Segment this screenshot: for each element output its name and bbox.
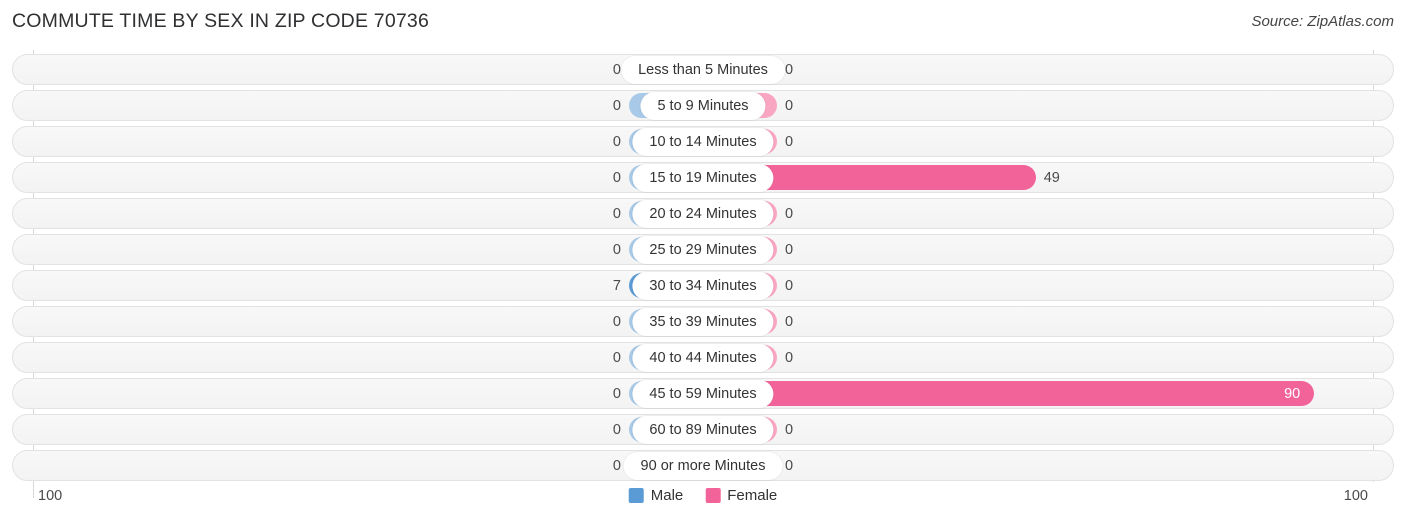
bar-pair: 0 0 5 to 9 Minutes	[13, 91, 1393, 120]
source-attribution: Source: ZipAtlas.com	[1251, 13, 1394, 30]
category-label: 45 to 59 Minutes	[632, 380, 774, 408]
value-male: 0	[612, 98, 621, 114]
value-male: 0	[612, 134, 621, 150]
category-label: 20 to 24 Minutes	[632, 200, 774, 228]
category-label: 40 to 44 Minutes	[632, 344, 774, 372]
bar-pair: 0 0 60 to 89 Minutes	[13, 415, 1393, 444]
value-female: 0	[785, 134, 794, 150]
value-female: 0	[785, 458, 794, 474]
value-male: 7	[612, 278, 621, 294]
chart-row[interactable]: 0 49 15 to 19 Minutes	[12, 162, 1394, 193]
bar-pair: 0 0 10 to 14 Minutes	[13, 127, 1393, 156]
male-color-swatch	[628, 488, 644, 503]
legend-item-female[interactable]: Female	[705, 487, 777, 504]
value-female: 0	[785, 314, 794, 330]
bar-pair: 0 0 20 to 24 Minutes	[13, 199, 1393, 228]
category-label: 30 to 34 Minutes	[632, 272, 774, 300]
chart-plot-area: 0 0 Less than 5 Minutes 0 0 5 to 9 Minutes 0 0 1…	[0, 50, 1406, 498]
chart-row[interactable]: 0 0 25 to 29 Minutes	[12, 234, 1394, 265]
value-male: 0	[612, 314, 621, 330]
value-male: 0	[612, 350, 621, 366]
value-female: 0	[785, 350, 794, 366]
bar-pair: 0 0 90 or more Minutes	[13, 451, 1393, 480]
chart-row[interactable]: 0 0 90 or more Minutes	[12, 450, 1394, 481]
value-male: 0	[612, 242, 621, 258]
bar-pair: 0 0 40 to 44 Minutes	[13, 343, 1393, 372]
value-female: 0	[785, 206, 794, 222]
value-male: 0	[612, 206, 621, 222]
category-label: 25 to 29 Minutes	[632, 236, 774, 264]
category-label: 90 or more Minutes	[623, 452, 783, 480]
category-label: 60 to 89 Minutes	[632, 416, 774, 444]
value-female: 0	[785, 422, 794, 438]
axis-label-right: 100	[1343, 488, 1368, 504]
legend-label-female: Female	[727, 487, 778, 504]
category-label: 5 to 9 Minutes	[640, 92, 766, 120]
chart-footer: 100 100 Male Female	[0, 482, 1406, 522]
value-male: 0	[612, 386, 621, 402]
chart-row[interactable]: 7 0 30 to 34 Minutes	[12, 270, 1394, 301]
bar-pair: 0 90 45 to 59 Minutes	[13, 379, 1393, 408]
bar-female[interactable]	[703, 381, 1315, 406]
bar-pair: 0 49 15 to 19 Minutes	[13, 163, 1393, 192]
value-male: 0	[612, 422, 621, 438]
chart-header: COMMUTE TIME BY SEX IN ZIP CODE 70736 So…	[0, 0, 1406, 42]
bar-pair: 0 0 35 to 39 Minutes	[13, 307, 1393, 336]
page-title: COMMUTE TIME BY SEX IN ZIP CODE 70736	[12, 10, 430, 32]
legend-label-male: Male	[650, 487, 684, 504]
female-color-swatch	[705, 488, 721, 503]
legend-item-male[interactable]: Male	[628, 487, 684, 504]
category-label: 35 to 39 Minutes	[632, 308, 774, 336]
chart-row[interactable]: 0 0 35 to 39 Minutes	[12, 306, 1394, 337]
value-female: 49	[1043, 170, 1060, 186]
chart-row[interactable]: 0 0 10 to 14 Minutes	[12, 126, 1394, 157]
chart-legend: Male Female	[628, 487, 777, 504]
value-male: 0	[612, 458, 621, 474]
category-label: Less than 5 Minutes	[621, 56, 785, 84]
value-female: 90	[1284, 386, 1301, 402]
value-female: 0	[785, 242, 794, 258]
value-male: 0	[612, 170, 621, 186]
chart-row[interactable]: 0 0 20 to 24 Minutes	[12, 198, 1394, 229]
bar-pair: 0 0 Less than 5 Minutes	[13, 55, 1393, 84]
value-female: 0	[785, 62, 794, 78]
chart-row[interactable]: 0 0 60 to 89 Minutes	[12, 414, 1394, 445]
category-label: 15 to 19 Minutes	[632, 164, 774, 192]
chart-row[interactable]: 0 90 45 to 59 Minutes	[12, 378, 1394, 409]
value-female: 0	[785, 98, 794, 114]
category-label: 10 to 14 Minutes	[632, 128, 774, 156]
chart-row[interactable]: 0 0 5 to 9 Minutes	[12, 90, 1394, 121]
bar-pair: 0 0 25 to 29 Minutes	[13, 235, 1393, 264]
value-female: 0	[785, 278, 794, 294]
chart-row[interactable]: 0 0 40 to 44 Minutes	[12, 342, 1394, 373]
chart-row[interactable]: 0 0 Less than 5 Minutes	[12, 54, 1394, 85]
chart-page: COMMUTE TIME BY SEX IN ZIP CODE 70736 So…	[0, 0, 1406, 522]
bar-pair: 7 0 30 to 34 Minutes	[13, 271, 1393, 300]
value-male: 0	[612, 62, 621, 78]
axis-label-left: 100	[38, 488, 63, 504]
